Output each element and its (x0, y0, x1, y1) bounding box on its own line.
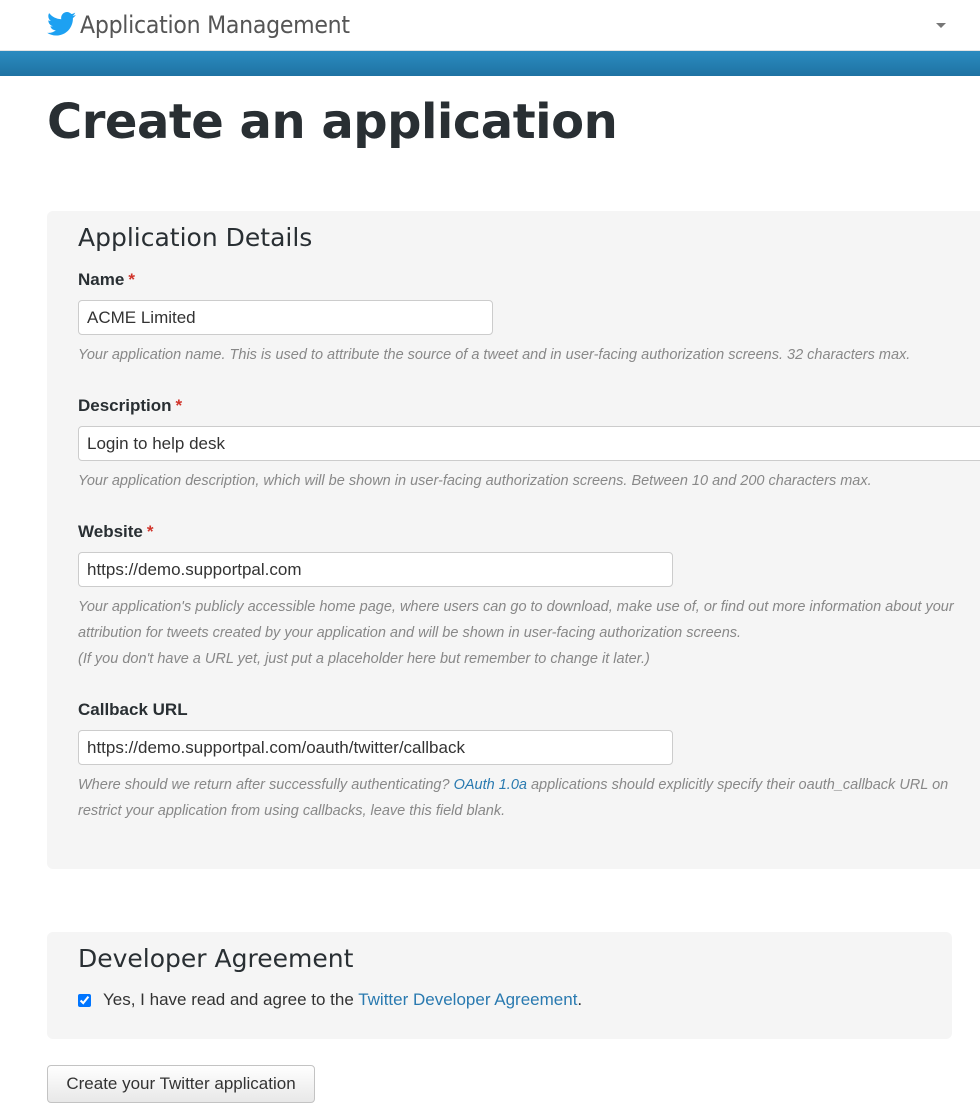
description-label-text: Description (78, 396, 172, 415)
callback-help-suffix: applications should explicitly specify t… (526, 777, 949, 793)
section-title-developer-agreement: Developer Agreement (78, 944, 354, 973)
twitter-bird-icon[interactable] (47, 12, 76, 36)
callback-help-prefix: Where should we return after successfull… (78, 777, 454, 793)
website-label: Website * (78, 522, 154, 542)
required-marker: * (128, 270, 135, 289)
callback-help-text: Where should we return after successfull… (78, 772, 980, 824)
name-label: Name * (78, 270, 135, 290)
description-input[interactable] (78, 426, 980, 461)
website-label-text: Website (78, 522, 143, 541)
website-help-line: (If you don't have a URL yet, just put a… (78, 651, 650, 667)
developer-agreement-link[interactable]: Twitter Developer Agreement (358, 990, 577, 1009)
agreement-label: Yes, I have read and agree to the Twitte… (103, 990, 582, 1010)
callback-url-label-text: Callback URL (78, 700, 188, 719)
top-navbar: Application Management (0, 0, 980, 51)
website-help-line: attribution for tweets created by your a… (78, 625, 742, 641)
callback-url-input[interactable] (78, 730, 673, 765)
website-input[interactable] (78, 552, 673, 587)
oauth-link[interactable]: OAuth 1.0a (454, 777, 527, 793)
callback-help-line: restrict your application from using cal… (78, 803, 506, 819)
header-accent-bar (0, 51, 980, 76)
description-help-text: Your application description, which will… (78, 473, 872, 489)
developer-agreement-panel: Developer Agreement Yes, I have read and… (47, 932, 952, 1039)
website-help-line: Your application's publicly accessible h… (78, 599, 954, 615)
agreement-text-suffix: . (577, 990, 583, 1009)
required-marker: * (146, 522, 154, 541)
agreement-checkbox[interactable] (78, 994, 91, 1007)
application-details-panel: Application Details Name* Your applicati… (47, 211, 980, 869)
agreement-text-prefix: Yes, I have read and agree to the (103, 990, 359, 1009)
name-label-text: Name (78, 270, 125, 289)
website-help-text: Your application's publicly accessible h… (78, 594, 980, 672)
name-input[interactable] (78, 300, 493, 335)
description-label: Description * (78, 396, 182, 416)
callback-url-label: Callback URL (78, 700, 188, 720)
create-application-button[interactable]: Create your Twitter application (47, 1065, 315, 1103)
app-brand-title[interactable]: Application Management (80, 11, 350, 39)
page-title: Create an application (47, 94, 618, 150)
section-title-application-details: Application Details (78, 223, 313, 252)
callback-help-line: Where should we return after successfull… (78, 772, 980, 798)
caret-down-icon[interactable] (936, 23, 946, 28)
required-marker: * (175, 396, 183, 415)
name-help-text: Your application name. This is used to a… (78, 347, 911, 363)
